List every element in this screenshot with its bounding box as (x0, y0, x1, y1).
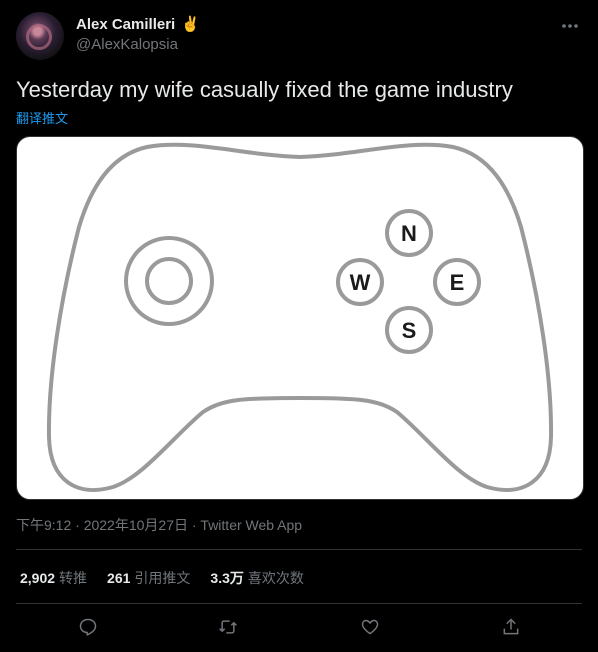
tweet-stats: 2,902 转推 261 引用推文 3.3万 喜欢次数 (20, 568, 304, 588)
like-icon[interactable] (359, 616, 381, 638)
author-handle[interactable]: @AlexKalopsia (76, 36, 178, 53)
share-icon[interactable] (500, 616, 522, 638)
button-west-label: W (350, 270, 371, 295)
stat-likes[interactable]: 3.3万 喜欢次数 (210, 568, 303, 588)
divider (16, 603, 582, 604)
translate-tweet-link[interactable]: 翻译推文 (16, 108, 68, 127)
stat-quotes[interactable]: 261 引用推文 (107, 568, 190, 588)
button-north-label: N (401, 221, 417, 246)
stat-retweets[interactable]: 2,902 转推 (20, 568, 87, 588)
more-options-icon[interactable] (560, 16, 580, 36)
button-east-label: E (450, 270, 465, 295)
stat-quotes-label: 引用推文 (134, 570, 191, 586)
tweet-text: Yesterday my wife casually fixed the gam… (16, 77, 513, 102)
stat-quotes-value: 261 (107, 570, 131, 586)
controller-outline (46, 142, 554, 492)
button-south-label: S (402, 318, 417, 343)
stat-likes-label: 喜欢次数 (247, 570, 304, 586)
tweet-actions (0, 616, 598, 642)
author-name-row: Alex Camilleri ✌️ (76, 15, 200, 34)
tweet-timestamp-source[interactable]: 下午9:12 · 2022年10月27日 · Twitter Web App (16, 515, 302, 535)
reply-icon[interactable] (77, 616, 99, 638)
stat-retweets-label: 转推 (59, 570, 88, 586)
thumbstick-inner (145, 257, 193, 305)
divider (16, 549, 582, 550)
avatar[interactable] (16, 12, 64, 60)
tweet-media-image[interactable]: N W E S (16, 136, 584, 500)
stat-retweets-value: 2,902 (20, 570, 56, 586)
victory-hand-emoji: ✌️ (181, 16, 200, 33)
stat-likes-value: 3.3万 (210, 570, 244, 586)
author-display-name[interactable]: Alex Camilleri (76, 16, 175, 33)
retweet-icon[interactable] (217, 616, 239, 638)
thumbstick-outer (124, 236, 214, 326)
